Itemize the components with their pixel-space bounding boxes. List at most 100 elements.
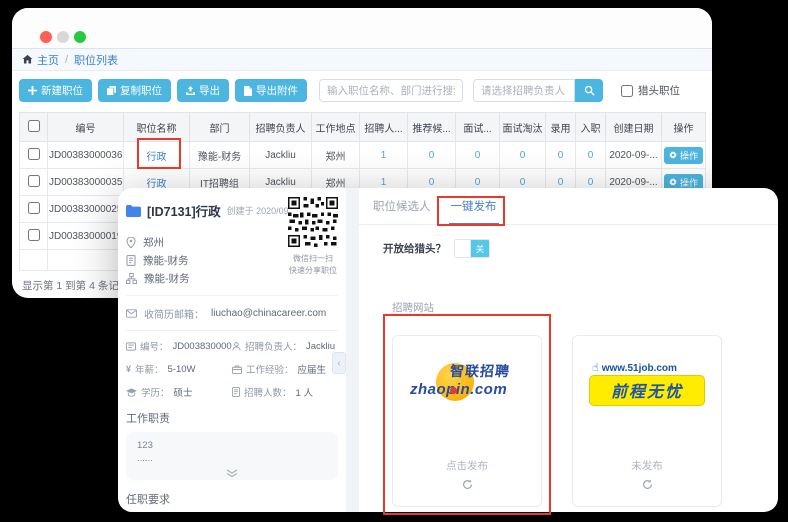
row-checkbox[interactable]	[28, 148, 40, 160]
job51-cn-text: 前程无忧	[611, 378, 683, 402]
field-label: 学历：	[141, 385, 170, 399]
field-value: Jackliu	[306, 341, 335, 352]
modal-tabs: 职位候选人 一键发布	[359, 188, 778, 225]
export-button[interactable]: 导出	[177, 79, 229, 102]
field-value: 5-10W	[168, 364, 196, 375]
job-actions-panel: 职位候选人 一键发布 开放给猎头？ 关 招聘网站 智联招聘 zhaopin.co…	[359, 188, 778, 512]
export-attachments-button[interactable]: 导出附件	[235, 79, 307, 102]
home-icon	[22, 54, 33, 65]
zhaopin-publish-card[interactable]: 智联招聘 zhaopin.com 点击发布	[392, 335, 542, 507]
headhunter-toggle[interactable]: 关	[454, 239, 490, 258]
row-action-label: 操作	[680, 149, 698, 162]
col-created[interactable]: 创建日期	[606, 113, 662, 142]
publish-area: 招聘网站 智联招聘 zhaopin.com 点击发布	[392, 300, 778, 507]
field-value: 硕士	[174, 385, 193, 399]
field-value: JD00383000036	[173, 341, 232, 352]
col-hire[interactable]: 招聘人...	[360, 113, 408, 142]
table-row: JD00383000036 行政 豫能-财务 Jackliu 郑州 1 0 0 …	[20, 142, 706, 169]
job-department: 豫能-财务	[143, 253, 189, 268]
hire-count[interactable]: 1	[360, 142, 408, 169]
gear-icon	[669, 151, 677, 159]
job-title-link[interactable]: 行政	[124, 142, 190, 169]
col-dept[interactable]: 部门	[190, 113, 250, 142]
refresh-icon[interactable]	[642, 477, 653, 495]
row-checkbox[interactable]	[28, 175, 40, 187]
toggle-knob	[455, 240, 471, 257]
interview-count[interactable]: 0	[456, 142, 500, 169]
copy-job-button[interactable]: 复制职位	[98, 79, 171, 102]
col-interview-out[interactable]: 面试淘汰	[500, 113, 546, 142]
table-header-row: 编号 职位名称 部门 招聘负责人 工作地点 招聘人... 推荐候... 面试..…	[20, 113, 706, 142]
col-offer[interactable]: 录用	[546, 113, 576, 142]
tab-candidates[interactable]: 职位候选人	[371, 198, 433, 224]
export-icon	[186, 86, 195, 95]
breadcrumb: 主页 / 职位列表	[12, 48, 712, 71]
row-checkbox[interactable]	[28, 229, 40, 241]
duty-box: 123 ......	[126, 432, 338, 480]
job-city: 郑州	[312, 142, 360, 169]
job-summary-panel: [ID7131]行政 创建于 2020/09	[118, 188, 346, 512]
export-label: 导出	[199, 83, 220, 98]
tab-one-click-publish[interactable]: 一键发布	[449, 198, 499, 225]
row-checkbox[interactable]	[28, 202, 40, 214]
col-onboard[interactable]: 入职	[576, 113, 606, 142]
job-id: JD00383000025	[48, 196, 124, 223]
job-team: 豫能-财务	[144, 271, 190, 286]
col-city[interactable]: 工作地点	[312, 113, 360, 142]
job51-status: 未发布	[631, 458, 663, 473]
refresh-icon[interactable]	[462, 477, 473, 495]
field-label: 年薪：	[135, 362, 164, 376]
field-value: 应届生	[298, 362, 327, 376]
hand-icon: ☝	[592, 363, 599, 374]
collapse-panel-button[interactable]: ‹	[332, 352, 346, 374]
recruiter-select[interactable]	[473, 79, 575, 102]
recommended-count[interactable]: 0	[408, 142, 456, 169]
job51-publish-card[interactable]: ☝ www.51job.com 前程无忧 未发布	[572, 335, 722, 507]
field-label: 工作经验：	[246, 362, 294, 376]
share-qr-block: 微信扫一扫 快速分享职位	[285, 197, 341, 276]
col-action: 操作	[662, 113, 706, 142]
duty-text-line1: 123	[137, 439, 327, 452]
breadcrumb-home[interactable]: 主页	[37, 52, 59, 68]
minimize-window-button[interactable]	[57, 31, 69, 43]
headcount-doc-icon	[232, 387, 240, 397]
copy-job-label: 复制职位	[120, 83, 162, 98]
duty-section-title: 工作职责	[126, 410, 338, 426]
row-action-label: 操作	[680, 176, 698, 189]
zhaopin-domain-text: zhaopin.com	[410, 381, 507, 398]
job-detail-modal: [ID7131]行政 创建于 2020/09	[118, 188, 778, 512]
job-search-input[interactable]	[319, 79, 463, 102]
folder-icon	[126, 205, 141, 217]
row-action-button[interactable]: 操作	[664, 147, 703, 164]
col-id[interactable]: 编号	[48, 113, 124, 142]
gear-icon	[669, 178, 677, 186]
close-window-button[interactable]	[40, 31, 52, 43]
headhunter-checkbox[interactable]	[621, 85, 633, 97]
offer-count[interactable]: 0	[546, 142, 576, 169]
job-created-date: 创建于 2020/09	[227, 204, 289, 217]
col-owner[interactable]: 招聘负责人	[250, 113, 312, 142]
headhunter-toggle-row: 开放给猎头？ 关	[383, 239, 778, 258]
mail-icon	[126, 309, 137, 318]
job-location: 郑州	[143, 235, 164, 250]
new-job-button[interactable]: 新建职位	[19, 79, 92, 102]
qr-code	[288, 197, 338, 247]
chevron-left-icon: ‹	[337, 358, 340, 369]
expand-chevron-icon[interactable]	[137, 469, 327, 478]
headhunter-filter[interactable]: 猎头职位	[621, 83, 680, 98]
onboard-count[interactable]: 0	[576, 142, 606, 169]
col-recommended[interactable]: 推荐候...	[408, 113, 456, 142]
resume-email-label: 收简历邮箱：	[144, 306, 204, 321]
duty-text-line2: ......	[137, 452, 327, 465]
created-date: 2020-09-...	[606, 142, 662, 169]
search-button[interactable]	[575, 79, 603, 102]
col-interview[interactable]: 面试...	[456, 113, 500, 142]
zhaopin-red-dot	[450, 387, 457, 394]
maximize-window-button[interactable]	[74, 31, 86, 43]
copy-icon	[107, 86, 116, 95]
interview-out-count[interactable]: 0	[500, 142, 546, 169]
select-all-checkbox[interactable]	[28, 120, 40, 132]
new-job-label: 新建职位	[41, 83, 83, 98]
col-title[interactable]: 职位名称	[124, 113, 190, 142]
job-id: JD00383000036	[48, 142, 124, 169]
